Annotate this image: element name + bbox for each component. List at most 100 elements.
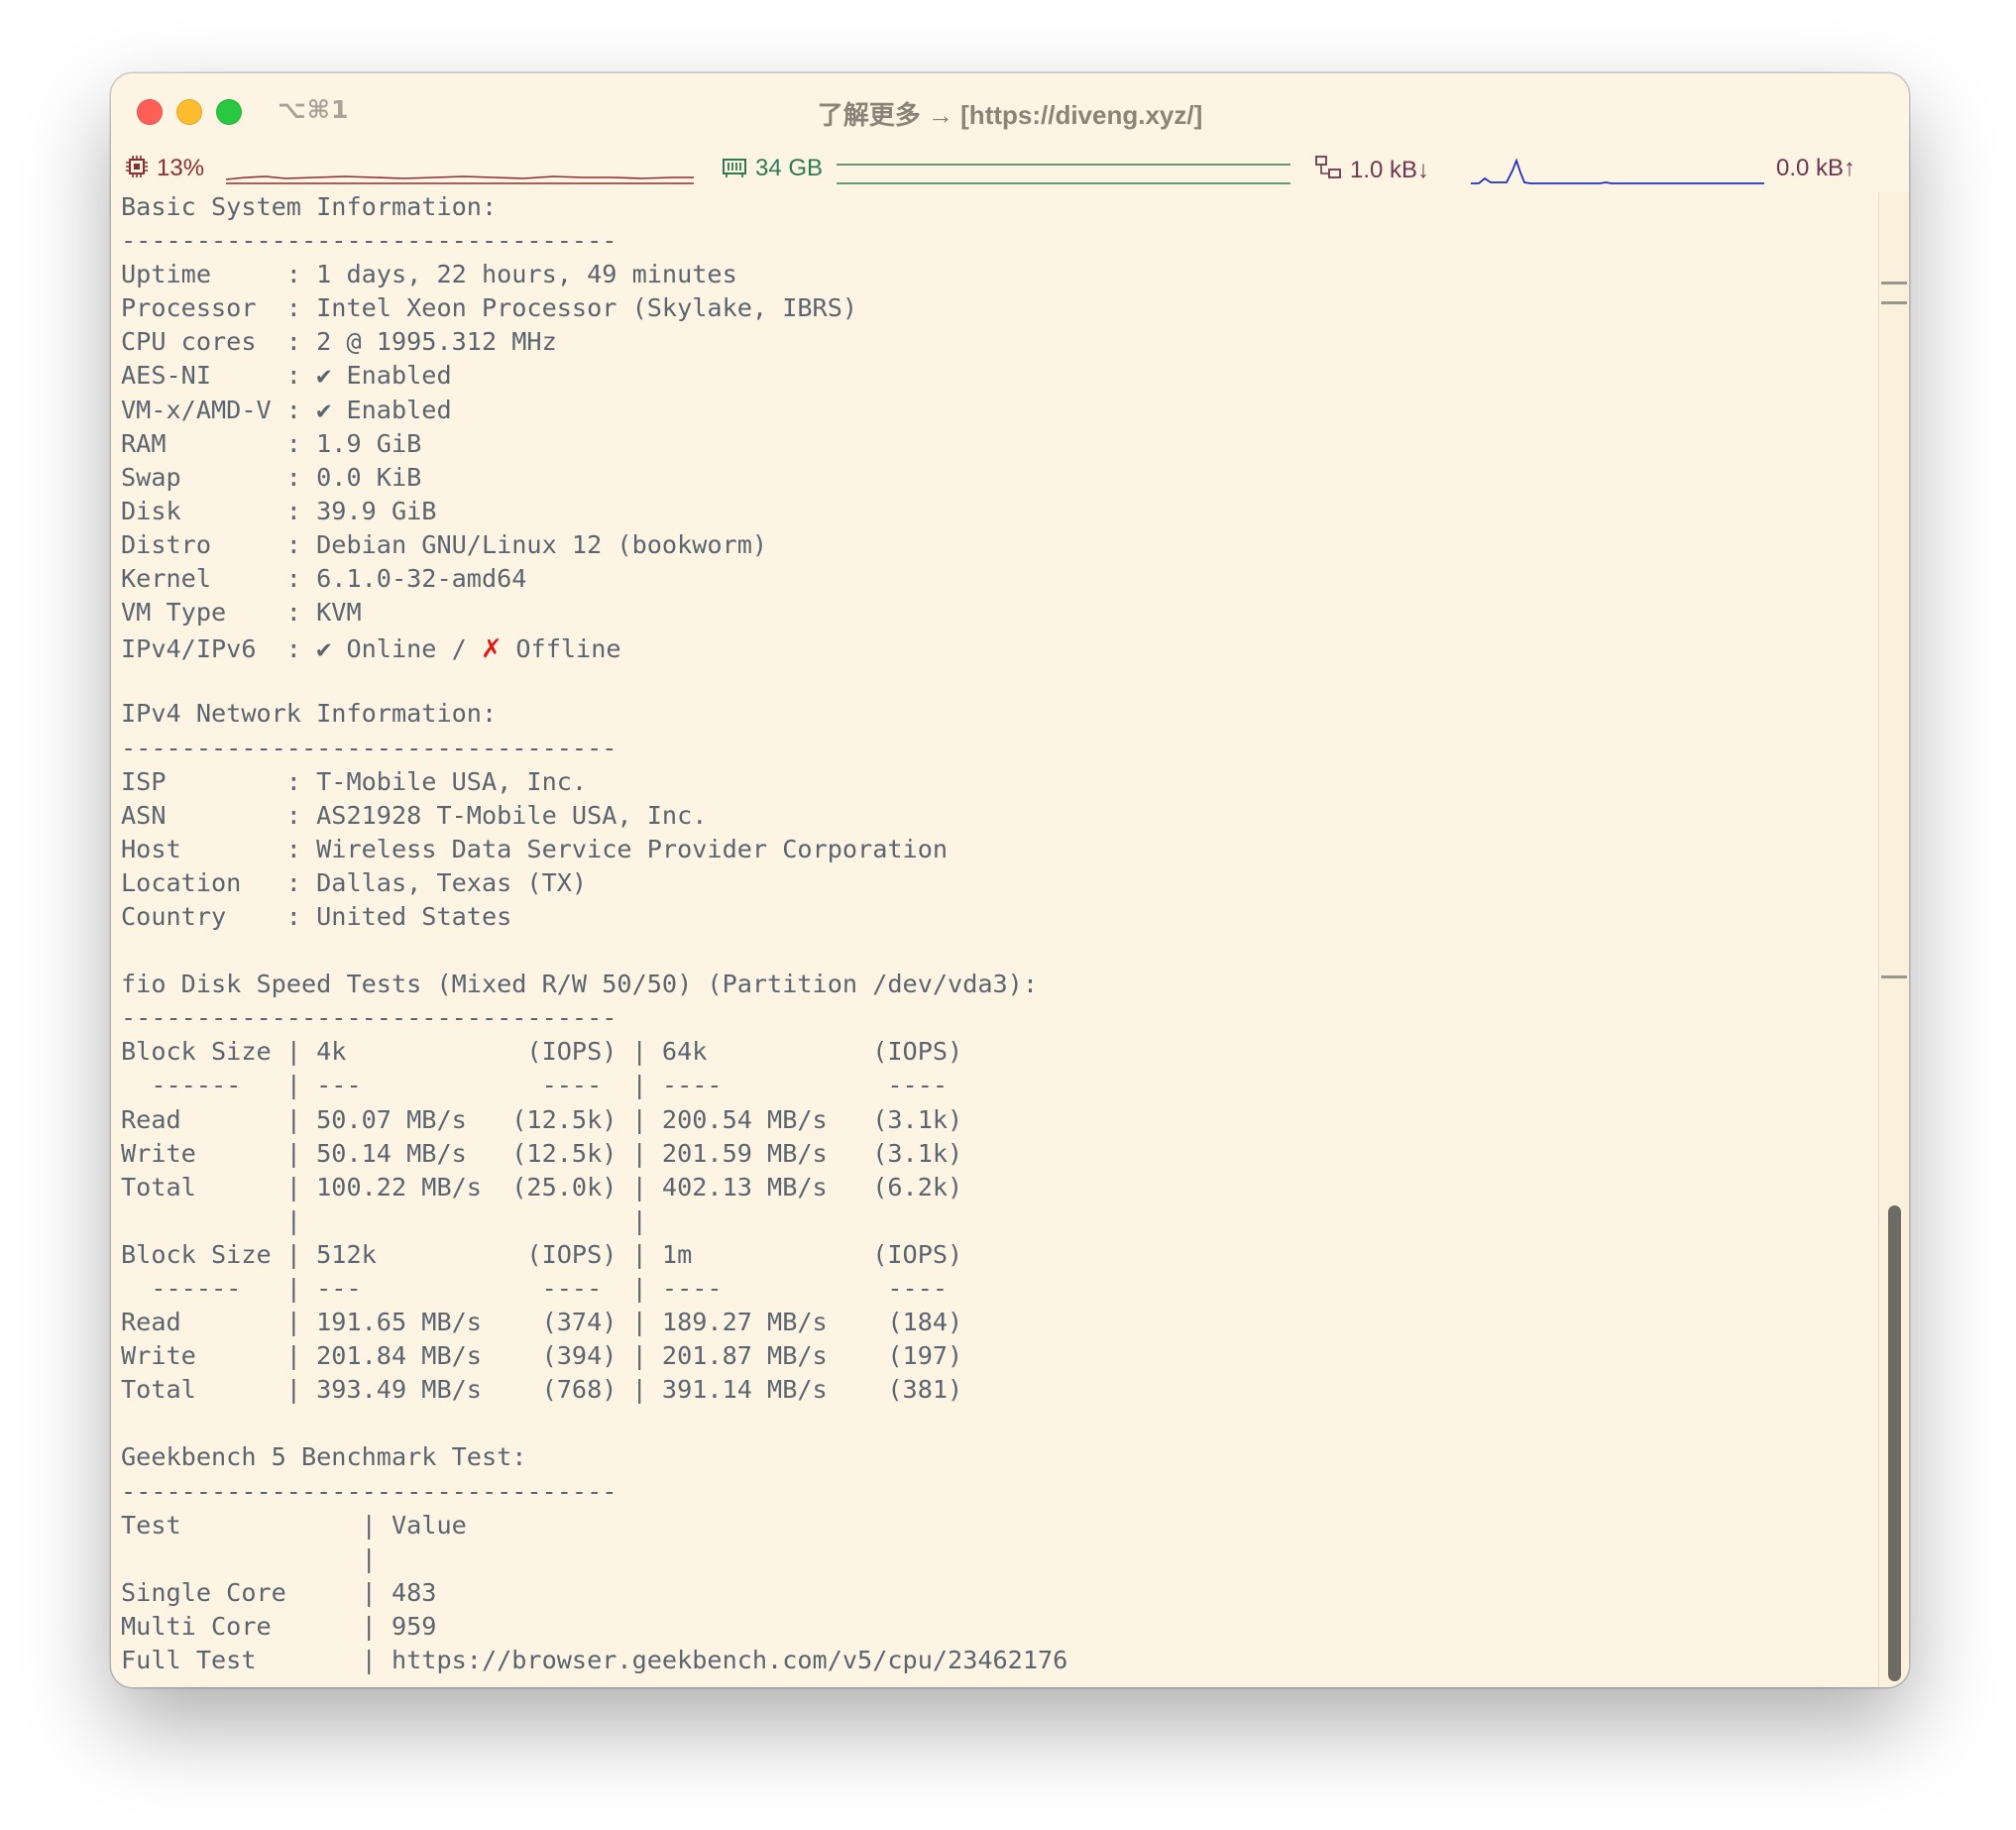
terminal-line-text: Country : United States xyxy=(121,901,512,931)
terminal-line-text: --------------------------------- xyxy=(121,226,617,256)
terminal-line: Host : Wireless Data Service Provider Co… xyxy=(121,833,1869,866)
network-graph xyxy=(1471,158,1764,184)
memory-graph xyxy=(837,164,1290,184)
status-bar: 13% 34 GB 1.0 kB↓ 0.0 kB↑ xyxy=(111,149,1909,190)
scrollbar[interactable] xyxy=(1878,192,1909,1687)
cross-icon: ✗ xyxy=(481,628,502,666)
terminal-line-text: fio Disk Speed Tests (Mixed R/W 50/50) (… xyxy=(121,970,1039,999)
terminal-line: Basic System Information: xyxy=(121,190,1869,224)
ipv6-status: Offline xyxy=(501,634,621,664)
terminal-line: ISP : T-Mobile USA, Inc. xyxy=(121,765,1869,799)
cpu-status: 13% xyxy=(125,155,204,182)
terminal-line: VM Type : KVM xyxy=(121,596,1869,629)
terminal-line: Block Size | 512k (IOPS) | 1m (IOPS) xyxy=(121,1238,1869,1272)
terminal-line-text: VM Type : KVM xyxy=(121,598,362,628)
terminal-line-text: Single Core | 483 xyxy=(121,1577,437,1607)
scroll-mark xyxy=(1881,975,1907,978)
terminal-line: VM-x/AMD-V : ✔ Enabled xyxy=(121,394,1869,427)
terminal-line: Processor : Intel Xeon Processor (Skylak… xyxy=(121,291,1869,325)
terminal-line: Distro : Debian GNU/Linux 12 (bookworm) xyxy=(121,528,1869,562)
terminal-line: Read | 50.07 MB/s (12.5k) | 200.54 MB/s … xyxy=(121,1103,1869,1137)
terminal-line: Write | 50.14 MB/s (12.5k) | 201.59 MB/s… xyxy=(121,1137,1869,1171)
terminal-line-text: Uptime : 1 days, 22 hours, 49 minutes xyxy=(121,260,737,289)
terminal-line-text: Write | 50.14 MB/s (12.5k) | 201.59 MB/s… xyxy=(121,1138,963,1168)
network-down-status: 1.0 kB↓ xyxy=(1314,155,1429,184)
scroll-mark xyxy=(1881,301,1907,304)
terminal-line: --------------------------------- xyxy=(121,1001,1869,1035)
terminal-line-text: Distro : Debian GNU/Linux 12 (bookworm) xyxy=(121,529,768,559)
terminal-line-text: Total | 393.49 MB/s (768) | 391.14 MB/s … xyxy=(121,1375,963,1405)
terminal-line-text: Read | 191.65 MB/s (374) | 189.27 MB/s (… xyxy=(121,1308,963,1337)
network-down: 1.0 kB↓ xyxy=(1350,157,1430,183)
terminal-line-text: CPU cores : 2 @ 1995.312 MHz xyxy=(121,327,557,357)
terminal-line-text: IPv4/IPv6 : ✔ Online / xyxy=(121,634,482,664)
terminal-window: ⌥⌘1 了解更多 → [https://diveng.xyz/] 13% 34 … xyxy=(111,73,1909,1687)
terminal-line: --------------------------------- xyxy=(121,732,1869,765)
terminal-line: Total | 393.49 MB/s (768) | 391.14 MB/s … xyxy=(121,1373,1869,1407)
terminal-line: Uptime : 1 days, 22 hours, 49 minutes xyxy=(121,258,1869,291)
window-title: 了解更多 → [https://diveng.xyz/] xyxy=(817,100,1203,130)
terminal-line-text: --------------------------------- xyxy=(121,1003,617,1033)
terminal-line-text: ISP : T-Mobile USA, Inc. xyxy=(121,766,588,796)
terminal-line-text: --------------------------------- xyxy=(121,733,617,762)
terminal-line-text: VM-x/AMD-V : ✔ Enabled xyxy=(121,395,452,424)
cpu-usage: 13% xyxy=(157,155,205,181)
terminal-line: Kernel : 6.1.0-32-amd64 xyxy=(121,562,1869,596)
terminal-line-text: Block Size | 4k (IOPS) | 64k (IOPS) xyxy=(121,1037,963,1067)
terminal-line-text: Disk : 39.9 GiB xyxy=(121,496,437,525)
terminal-line: AES-NI : ✔ Enabled xyxy=(121,359,1869,393)
terminal-line-text: Test | Value xyxy=(121,1510,467,1540)
terminal-line-text: Geekbench 5 Benchmark Test: xyxy=(121,1442,527,1472)
terminal-line-text: Processor : Intel Xeon Processor (Skylak… xyxy=(121,293,858,323)
terminal-line: ------ | --- ---- | ---- ---- xyxy=(121,1272,1869,1306)
cpu-icon xyxy=(126,156,148,177)
terminal-line: fio Disk Speed Tests (Mixed R/W 50/50) (… xyxy=(121,968,1869,1001)
terminal-line-text: RAM : 1.9 GiB xyxy=(121,428,422,458)
terminal-line-text: Total | 100.22 MB/s (25.0k) | 402.13 MB/… xyxy=(121,1172,963,1201)
terminal-line: Read | 191.65 MB/s (374) | 189.27 MB/s (… xyxy=(121,1306,1869,1339)
terminal-line-text: ------ | --- ---- | ---- ---- xyxy=(121,1071,963,1100)
terminal-line-text: ------ | --- ---- | ---- ---- xyxy=(121,1274,963,1303)
memory-status: 34 GB xyxy=(722,155,823,182)
terminal-line: Swap : 0.0 KiB xyxy=(121,461,1869,495)
terminal-line: CPU cores : 2 @ 1995.312 MHz xyxy=(121,325,1869,359)
title-bar: ⌥⌘1 了解更多 → [https://diveng.xyz/] xyxy=(111,73,1909,149)
terminal-line-text: Full Test | https://browser.geekbench.co… xyxy=(121,1646,1068,1675)
terminal-line-text: Swap : 0.0 KiB xyxy=(121,462,422,492)
terminal-line-text: | xyxy=(121,1544,377,1573)
terminal-line: Country : United States xyxy=(121,900,1869,934)
terminal-line: IPv4/IPv6 : ✔ Online / ✗ Offline xyxy=(121,629,1869,663)
terminal-line-text: ASN : AS21928 T-Mobile USA, Inc. xyxy=(121,800,708,830)
terminal-line: ASN : AS21928 T-Mobile USA, Inc. xyxy=(121,799,1869,833)
terminal-line-text: Write | 201.84 MB/s (394) | 201.87 MB/s … xyxy=(121,1341,963,1371)
terminal-line: | xyxy=(121,1543,1869,1576)
terminal-line: Block Size | 4k (IOPS) | 64k (IOPS) xyxy=(121,1035,1869,1069)
terminal-line: RAM : 1.9 GiB xyxy=(121,427,1869,461)
terminal-line: Write | 201.84 MB/s (394) | 201.87 MB/s … xyxy=(121,1339,1869,1373)
terminal-line-text: IPv4 Network Information: xyxy=(121,699,498,729)
terminal-line: Disk : 39.9 GiB xyxy=(121,495,1869,528)
terminal-output[interactable]: Basic System Information: ---------------… xyxy=(121,190,1869,1687)
terminal-line: Single Core | 483 xyxy=(121,1576,1869,1610)
terminal-line: --------------------------------- xyxy=(121,224,1869,258)
terminal-line-text: --------------------------------- xyxy=(121,1476,617,1506)
terminal-line: Total | 100.22 MB/s (25.0k) | 402.13 MB/… xyxy=(121,1171,1869,1204)
terminal-line: Multi Core | 959 xyxy=(121,1610,1869,1644)
memory-icon xyxy=(723,159,746,177)
terminal-line-text: Block Size | 512k (IOPS) | 1m (IOPS) xyxy=(121,1239,963,1269)
terminal-line-text: Basic System Information: xyxy=(121,192,498,221)
scrollbar-thumb[interactable] xyxy=(1888,1205,1901,1681)
terminal-line-text: Kernel : 6.1.0-32-amd64 xyxy=(121,564,527,594)
terminal-line-text: Location : Dallas, Texas (TX) xyxy=(121,867,588,897)
terminal-line: ------ | --- ---- | ---- ---- xyxy=(121,1069,1869,1102)
terminal-line-text: Host : Wireless Data Service Provider Co… xyxy=(121,834,949,863)
terminal-line: Geekbench 5 Benchmark Test: xyxy=(121,1440,1869,1474)
terminal-line-text: AES-NI : ✔ Enabled xyxy=(121,361,452,391)
terminal-line: Test | Value xyxy=(121,1509,1869,1543)
terminal-line: | | xyxy=(121,1204,1869,1238)
memory-usage: 34 GB xyxy=(755,155,824,181)
network-icon xyxy=(1315,156,1341,178)
